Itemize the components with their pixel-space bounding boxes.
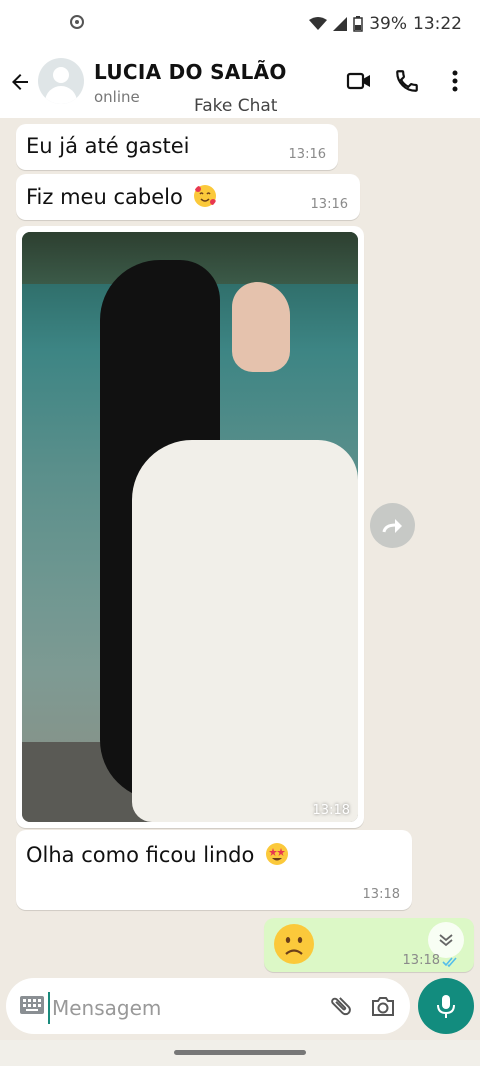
message-text-row: Fiz meu cabelo <box>26 184 217 209</box>
smiling-face-with-hearts-icon <box>194 185 217 207</box>
contact-name[interactable]: LUCIA DO SALÃO <box>94 60 287 84</box>
photo-woman-long-hair-lake[interactable] <box>22 232 358 822</box>
battery-icon <box>353 16 363 32</box>
status-right: 39% 13:22 <box>309 14 462 34</box>
message-bubble[interactable]: Olha como ficou lindo 13:18 <box>16 830 412 910</box>
avatar-body <box>45 86 77 104</box>
message-text: Eu já até gastei <box>26 134 190 158</box>
message-text: Fiz meu cabelo <box>26 185 183 209</box>
message-text: Olha como ficou lindo <box>26 843 255 867</box>
composer <box>6 978 480 1036</box>
avatar[interactable] <box>38 58 84 104</box>
outgoing-message-bubble[interactable]: 13:18 <box>264 918 474 972</box>
clock: 13:22 <box>413 14 462 34</box>
back-arrow-icon[interactable] <box>8 70 32 94</box>
attach-icon[interactable] <box>328 993 354 1019</box>
read-ticks-icon <box>442 957 457 968</box>
image-message-bubble[interactable]: 13:18 <box>16 226 364 828</box>
record-indicator-icon <box>70 15 84 29</box>
photo-face <box>232 282 290 372</box>
double-chevron-down-icon <box>439 934 453 947</box>
avatar-head <box>53 67 69 83</box>
video-call-icon[interactable] <box>346 68 372 94</box>
system-nav-bar <box>0 1040 480 1066</box>
fake-chat-watermark: Fake Chat <box>190 96 282 116</box>
forward-button[interactable] <box>370 503 415 548</box>
message-input[interactable] <box>48 992 314 1024</box>
phone-call-icon[interactable] <box>394 68 420 94</box>
forward-icon <box>382 518 402 533</box>
wifi-icon <box>309 17 328 30</box>
keyboard-icon[interactable] <box>20 996 44 1014</box>
message-time: 13:18 <box>312 803 350 818</box>
message-time: 13:18 <box>362 887 400 902</box>
message-input-container <box>6 978 410 1034</box>
microphone-icon <box>437 995 455 1018</box>
status-bar: 39% 13:22 <box>0 0 480 50</box>
message-text-row: Olha como ficou lindo <box>26 842 289 867</box>
contact-status: online <box>94 88 140 106</box>
message-time: 13:16 <box>310 197 348 212</box>
battery-percent: 39% <box>369 14 407 34</box>
home-gesture-handle[interactable] <box>174 1050 306 1055</box>
message-bubble[interactable]: Fiz meu cabelo 13:16 <box>16 174 360 220</box>
photo-dress <box>132 440 358 822</box>
message-time: 13:18 <box>402 953 440 968</box>
slightly-frowning-face-icon <box>274 924 314 964</box>
more-options-icon[interactable] <box>442 68 468 94</box>
header-actions <box>346 68 468 94</box>
signal-icon <box>333 17 348 31</box>
message-time: 13:16 <box>288 147 326 162</box>
star-struck-icon <box>266 843 289 865</box>
camera-icon[interactable] <box>370 993 396 1019</box>
voice-record-button[interactable] <box>418 978 474 1034</box>
message-bubble[interactable]: Eu já até gastei 13:16 <box>16 124 338 170</box>
